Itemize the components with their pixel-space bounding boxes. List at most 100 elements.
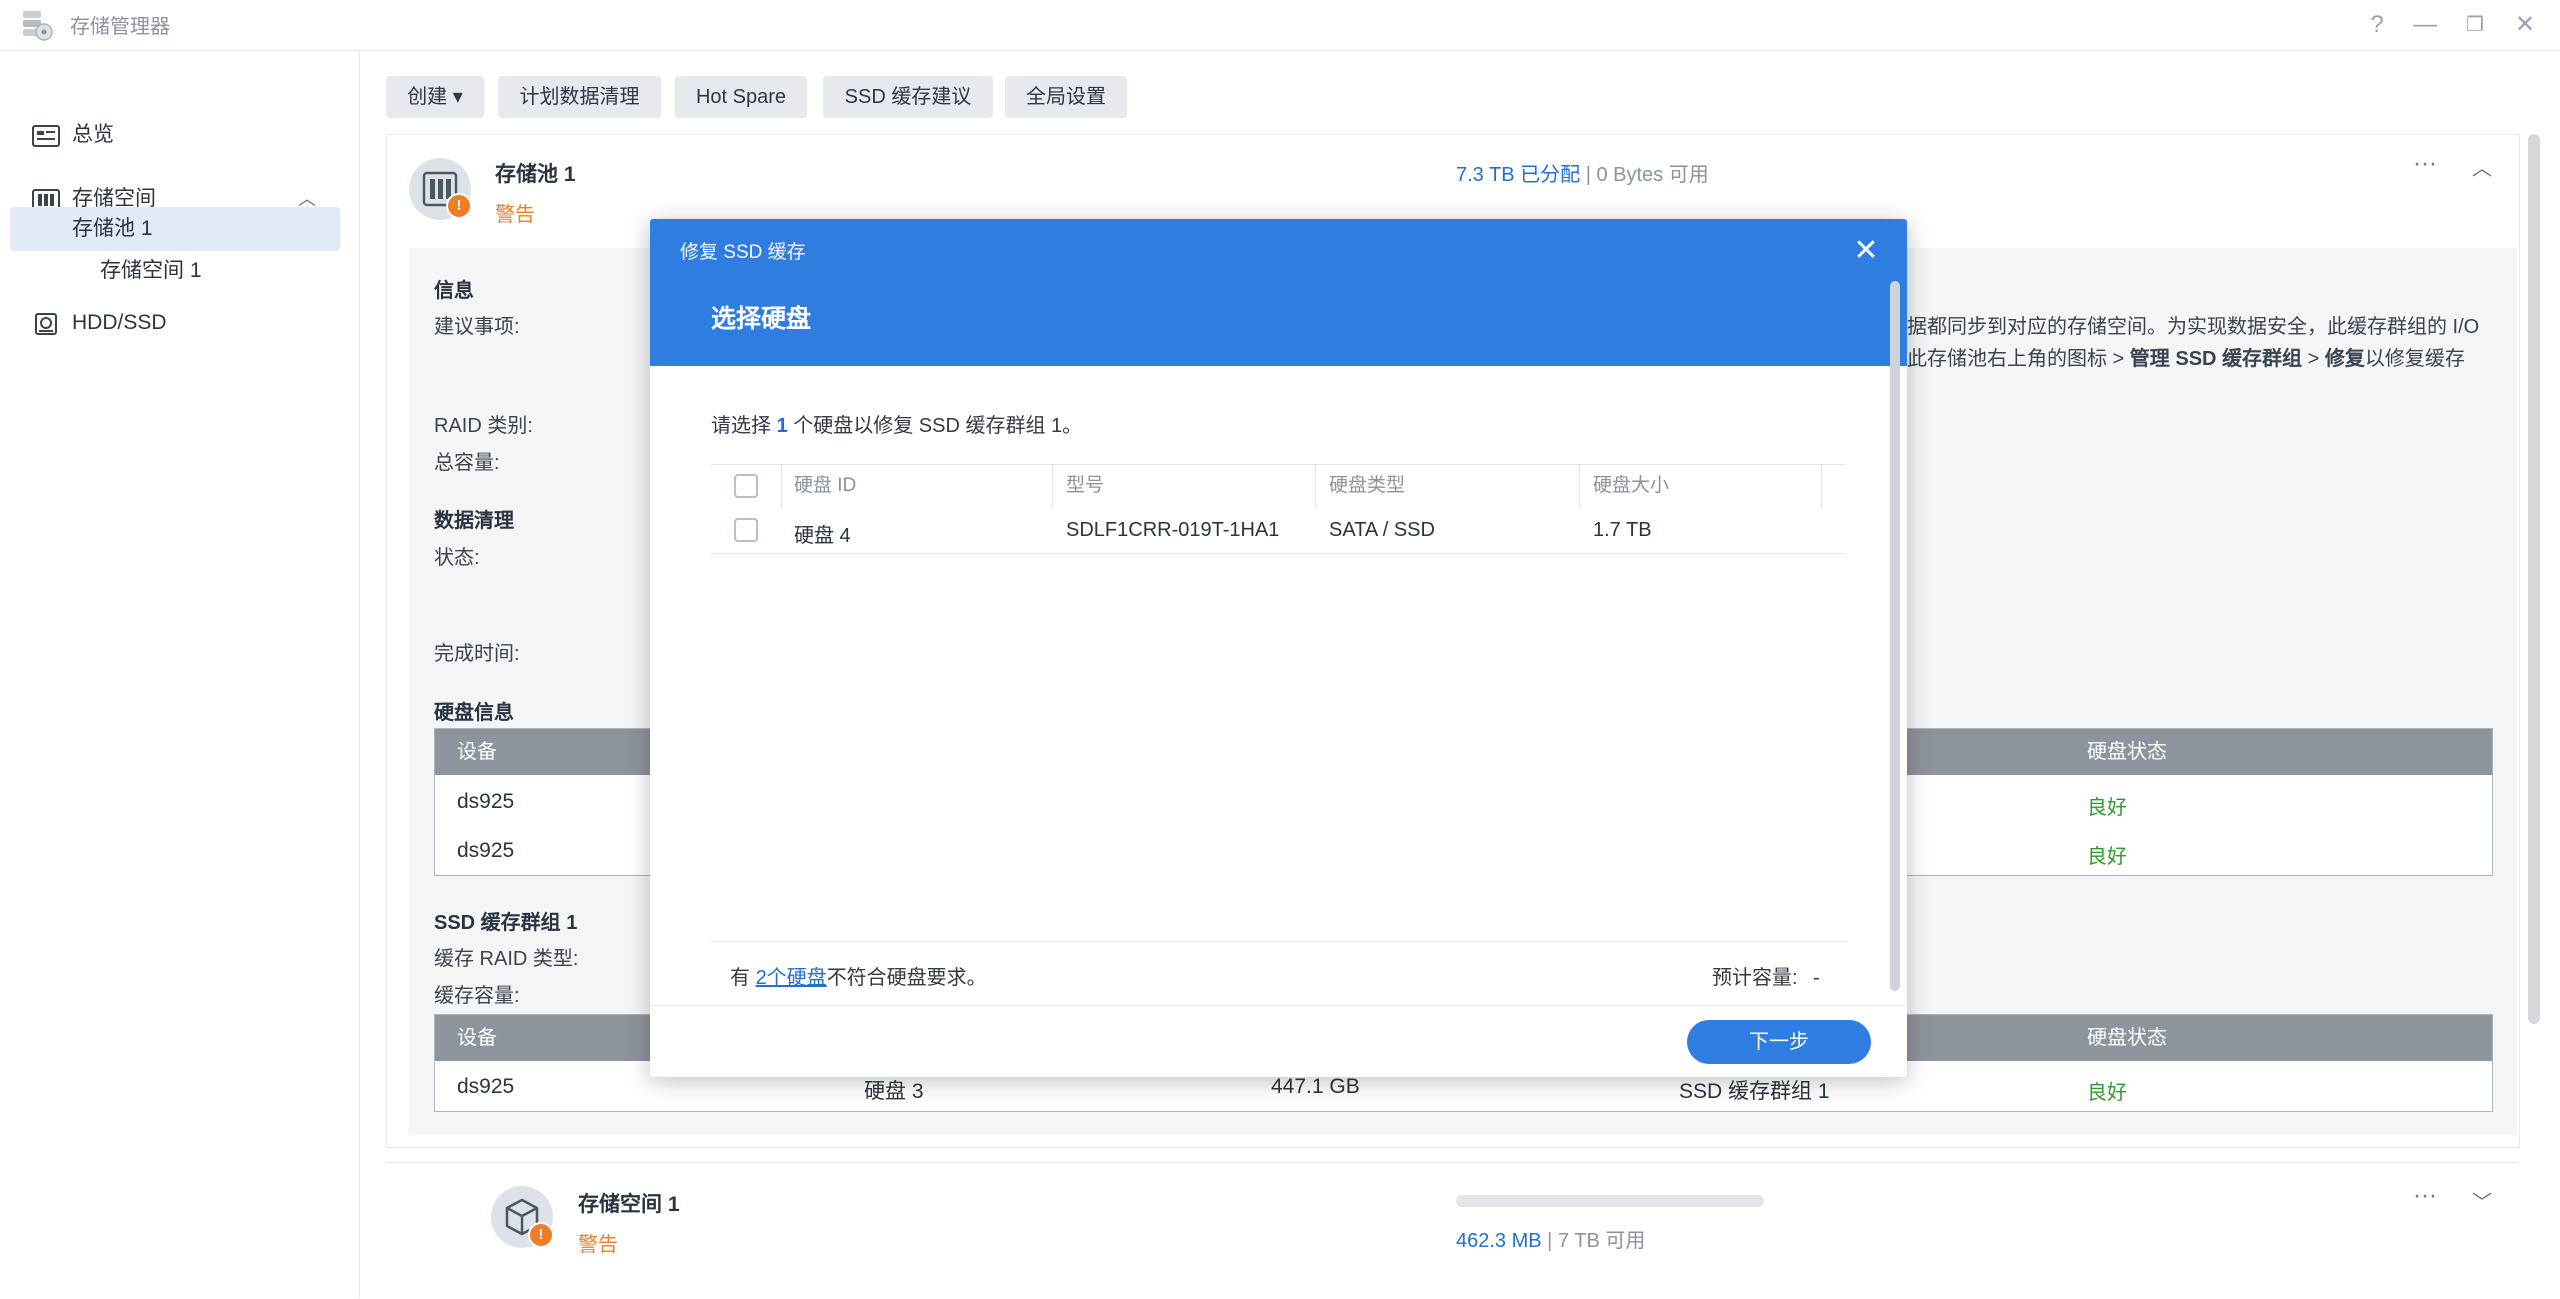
column-header-disk-type[interactable]: 硬盘类型	[1329, 464, 1405, 508]
total-capacity-label: 总容量:	[434, 452, 500, 474]
instruction-count: 1	[776, 415, 788, 437]
main-scrollbar[interactable]	[2528, 134, 2540, 1024]
sidebar-item-pool-1[interactable]: 存储池 1	[10, 207, 340, 251]
warning-badge-icon: !	[528, 1222, 554, 1248]
scrub-done-time-label: 完成时间:	[434, 643, 520, 665]
overview-icon	[32, 125, 60, 147]
pool-allocated: 7.3 TB 已分配	[1456, 164, 1581, 186]
column-divider	[1579, 464, 1580, 508]
pool-status: 警告	[495, 204, 535, 226]
cache-raid-type-label: 缓存 RAID 类型:	[434, 948, 579, 970]
footer-divider	[711, 941, 1846, 942]
help-button[interactable]: ?	[2357, 6, 2397, 44]
column-header-status: 硬盘状态	[2087, 1027, 2167, 1049]
ineligible-disks-note: 有 2个硬盘不符合硬盘要求。	[730, 961, 987, 990]
row-divider	[711, 553, 1846, 554]
volume-available: 7 TB 可用	[1557, 1230, 1646, 1252]
column-header-disk-id[interactable]: 硬盘 ID	[794, 464, 856, 508]
close-window-button[interactable]: ✕	[2505, 6, 2545, 44]
dialog-header: 修复 SSD 缓存 选择硬盘 ✕	[650, 219, 1907, 366]
estimated-capacity: 预计容量: -	[1712, 961, 1820, 990]
pool-usage-separator: |	[1585, 164, 1591, 186]
minimize-button[interactable]: —	[2405, 6, 2445, 44]
sidebar-item-volume-1[interactable]: 存储空间 1	[10, 249, 340, 293]
volume-used: 462.3 MB	[1456, 1230, 1542, 1252]
table-cell-device: ds925	[457, 790, 515, 813]
ssd-cache-group-title: SSD 缓存群组 1	[434, 912, 578, 934]
volume-usage: 462.3 MB | 7 TB 可用	[1456, 1224, 1645, 1253]
sidebar-item-label: 总览	[72, 123, 114, 146]
more-options-icon[interactable]: ···	[2413, 1182, 2437, 1210]
title-bar: 存储管理器 ? — ❐ ✕	[0, 0, 2560, 51]
column-header-device: 设备	[457, 741, 497, 763]
table-cell-status: 良好	[2087, 1082, 2127, 1104]
collapse-icon[interactable]: ︿	[2472, 152, 2492, 181]
next-button[interactable]: 下一步	[1687, 1020, 1871, 1064]
sidebar-item-label: HDD/SSD	[72, 311, 167, 334]
info-section-title: 信息	[434, 280, 474, 302]
warning-badge-icon: !	[446, 193, 472, 219]
column-divider	[1052, 464, 1053, 508]
dialog-window-title: 修复 SSD 缓存	[680, 242, 806, 263]
advice-label: 建议事项:	[434, 316, 520, 338]
dialog-scrollbar[interactable]	[1890, 281, 1900, 991]
advice-text-bold: 管理 SSD 缓存群组	[2129, 348, 2303, 370]
close-icon[interactable]: ✕	[1846, 231, 1886, 271]
dialog-instruction: 请选择 1 个硬盘以修复 SSD 缓存群组 1。	[711, 409, 1082, 438]
restore-button[interactable]: ❐	[2455, 6, 2495, 44]
estimated-capacity-label: 预计容量:	[1712, 967, 1798, 989]
table-cell-device: ds925	[457, 1075, 515, 1098]
scrub-status-label: 状态:	[434, 547, 480, 569]
advice-text: >	[2302, 348, 2325, 370]
row-checkbox[interactable]	[734, 518, 758, 542]
pool-available: 0 Bytes 可用	[1596, 164, 1709, 186]
window-title: 存储管理器	[70, 16, 170, 38]
column-divider	[781, 464, 782, 508]
ineligible-disks-link[interactable]: 2个硬盘	[756, 967, 827, 989]
note-text: 有	[730, 967, 756, 989]
sidebar-item-hdd-ssd[interactable]: HDD/SSD	[10, 301, 340, 345]
table-cell-status: 良好	[2087, 797, 2127, 819]
grid-top-line	[711, 464, 1846, 465]
table-cell-disk: 硬盘 3	[864, 1080, 924, 1103]
volume-card	[386, 1162, 2518, 1299]
estimated-capacity-value: -	[1813, 967, 1820, 989]
scheduled-scrub-button[interactable]: 计划数据清理	[498, 76, 661, 118]
more-options-icon[interactable]: ···	[2413, 150, 2437, 178]
sidebar-item-overview[interactable]: 总览	[10, 113, 340, 157]
table-cell-device: ds925	[457, 839, 515, 862]
advice-text: 以修复缓存	[2364, 348, 2465, 370]
pool-usage: 7.3 TB 已分配 | 0 Bytes 可用	[1456, 158, 1709, 187]
scrub-section-title: 数据清理	[434, 510, 514, 532]
volume-usage-separator: |	[1547, 1230, 1553, 1252]
raid-type-label: RAID 类别:	[434, 415, 533, 437]
advice-text: 此存储池右上角的图标 >	[1907, 348, 2130, 370]
dialog-step-title: 选择硬盘	[711, 305, 812, 333]
select-all-checkbox[interactable]	[734, 474, 758, 498]
cell-disk-id: 硬盘 4	[794, 525, 851, 547]
sidebar-item-label: 存储空间 1	[100, 259, 202, 282]
hdd-icon	[35, 313, 57, 335]
repair-ssd-cache-dialog: 修复 SSD 缓存 选择硬盘 ✕ 请选择 1 个硬盘以修复 SSD 缓存群组 1…	[650, 219, 1907, 1077]
storage-manager-app-icon	[23, 11, 53, 41]
cache-capacity-label: 缓存容量:	[434, 985, 520, 1007]
disk-info-section-title: 硬盘信息	[434, 702, 514, 724]
ssd-cache-advisor-button[interactable]: SSD 缓存建议	[823, 76, 993, 118]
global-settings-button[interactable]: 全局设置	[1005, 76, 1127, 118]
table-cell-group: SSD 缓存群组 1	[1679, 1080, 1830, 1103]
column-header-disk-size[interactable]: 硬盘大小	[1593, 464, 1669, 508]
cell-model: SDLF1CRR-019T-1HA1	[1066, 519, 1280, 541]
instruction-text: 请选择	[711, 415, 777, 437]
create-button[interactable]: 创建 ▾	[386, 76, 484, 118]
volume-status: 警告	[578, 1234, 618, 1256]
advice-text-line-2: 此存储池右上角的图标 > 管理 SSD 缓存群组 > 修复以修复缓存	[1907, 342, 2465, 371]
hot-spare-button[interactable]: Hot Spare	[675, 76, 807, 118]
advice-text-line-1: 据都同步到对应的存储空间。为实现数据安全，此缓存群组的 I/O	[1907, 316, 2480, 338]
column-header-model[interactable]: 型号	[1066, 464, 1104, 508]
cell-disk-type: SATA / SSD	[1329, 519, 1435, 541]
column-divider	[1315, 464, 1316, 508]
expand-icon[interactable]: ﹀	[2472, 1186, 2492, 1215]
advice-text-bold: 修复	[2324, 348, 2365, 370]
column-divider	[1821, 464, 1822, 508]
cell-disk-size: 1.7 TB	[1593, 519, 1652, 541]
